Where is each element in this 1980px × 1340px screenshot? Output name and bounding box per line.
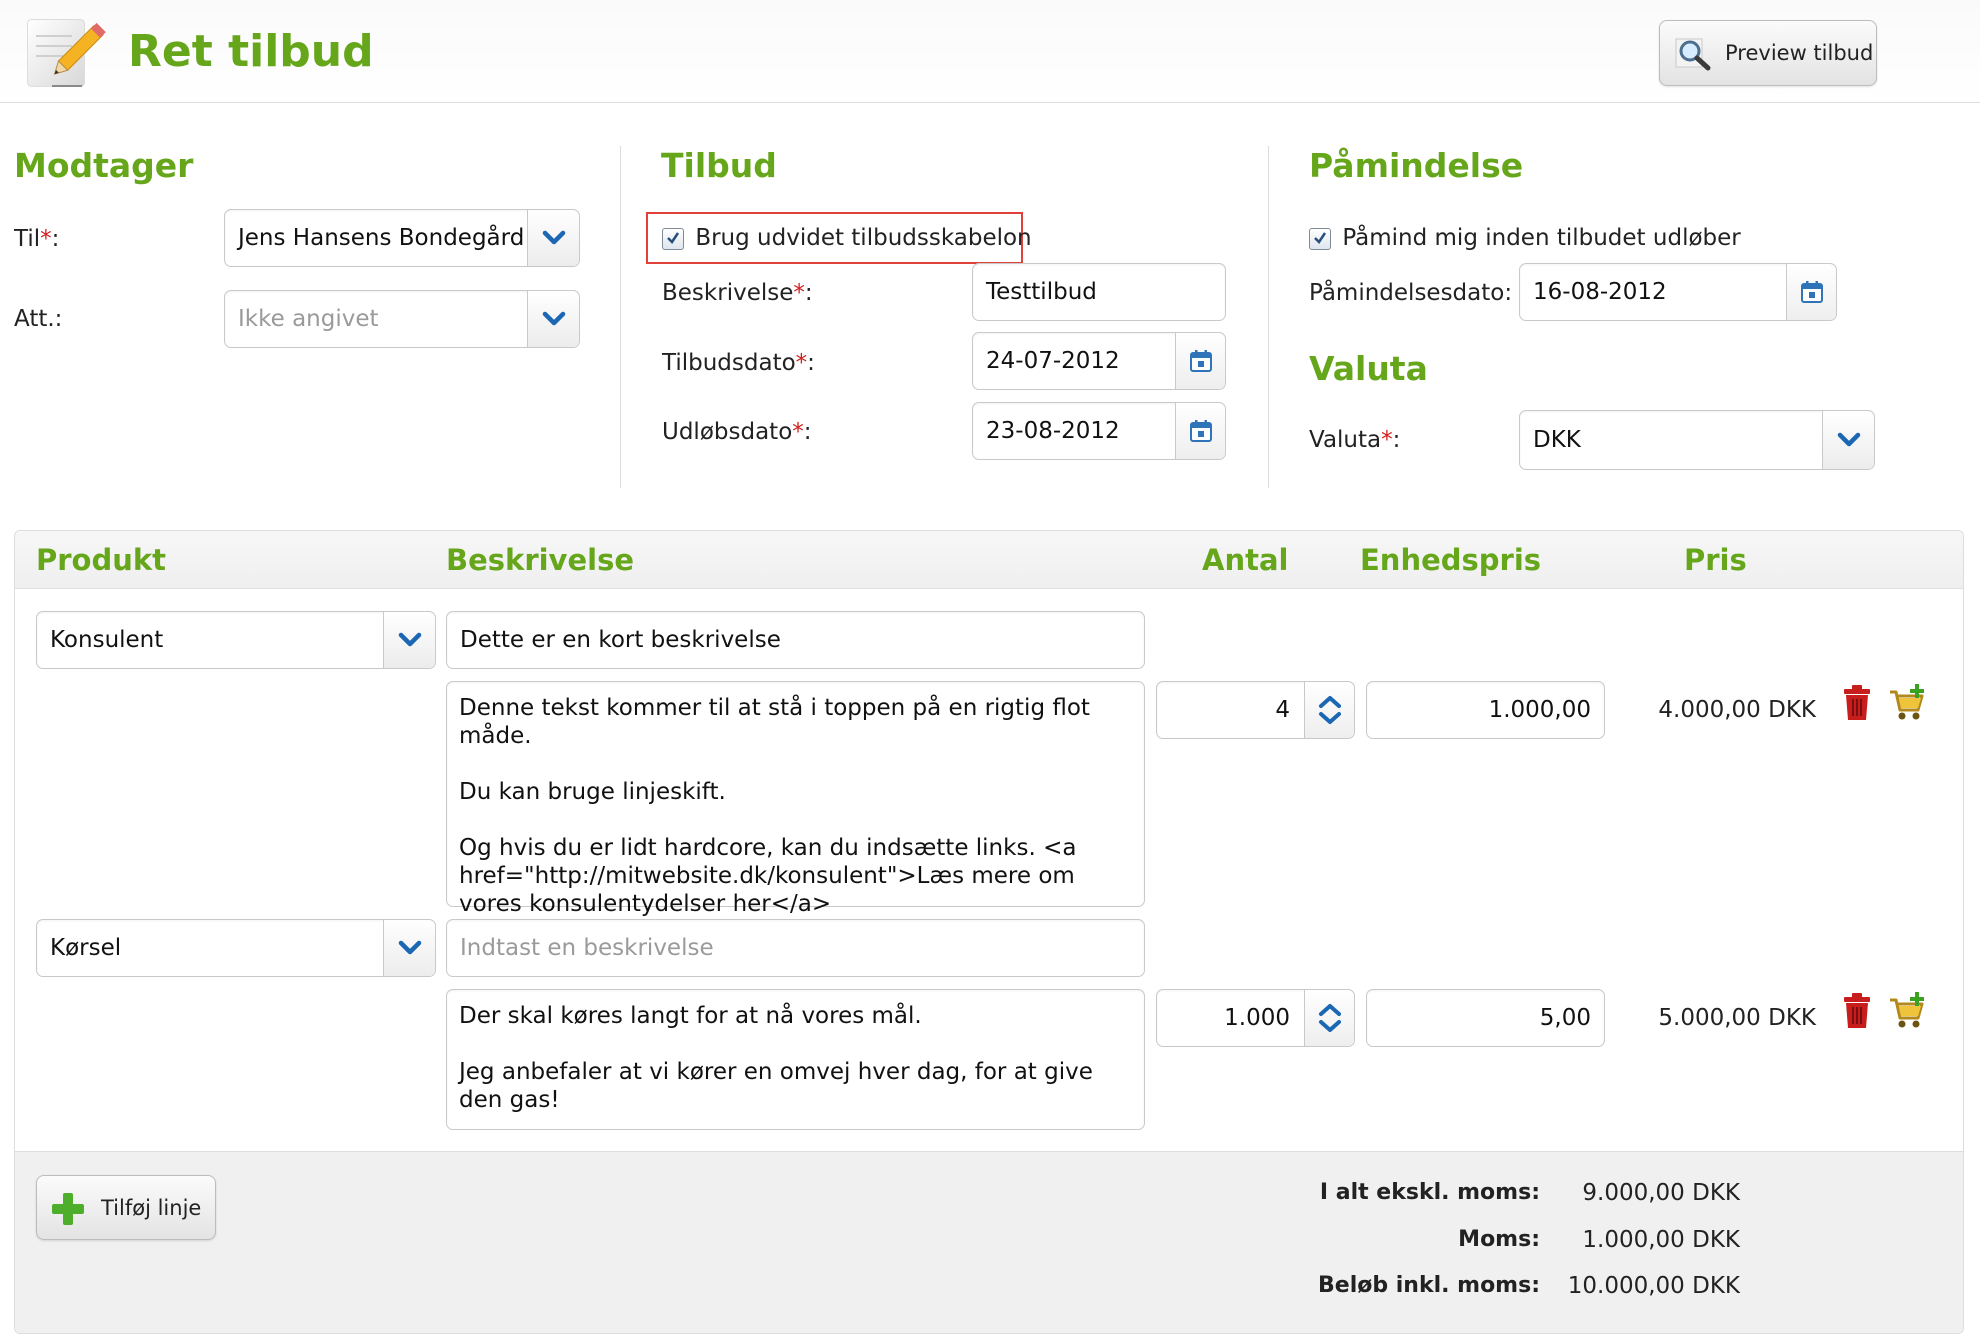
valuta-heading: Valuta	[1309, 349, 1428, 388]
line-pris-value: 5.000,00 DKK	[1658, 1005, 1816, 1031]
beskrivelse-input[interactable]: Testtilbud	[972, 263, 1226, 321]
line-produkt-value: Konsulent	[50, 627, 164, 653]
add-line-button[interactable]: Tilføj linje	[36, 1175, 216, 1240]
section-divider	[620, 146, 621, 488]
til-select-value: Jens Hansens Bondegård	[238, 225, 525, 251]
til-label: Til*:	[14, 226, 60, 252]
chevron-down-icon[interactable]	[383, 920, 435, 976]
template-checkbox-row[interactable]: Brug udvidet tilbudsskabelon	[662, 225, 1032, 251]
chevron-down-icon[interactable]	[527, 210, 579, 266]
line-produkt-select[interactable]: Kørsel	[36, 919, 436, 977]
paamindelsesdato-input[interactable]: 16-08-2012	[1519, 263, 1837, 321]
template-checkbox-label: Brug udvidet tilbudsskabelon	[695, 225, 1032, 251]
preview-tilbud-button[interactable]: Preview tilbud	[1659, 20, 1877, 86]
chevron-down-icon[interactable]	[1822, 411, 1874, 469]
line-pris-value: 4.000,00 DKK	[1658, 697, 1816, 723]
beskrivelse-label: Beskrivelse*:	[662, 280, 813, 306]
paamindelse-heading: Påmindelse	[1309, 146, 1524, 185]
tilbudsdato-input[interactable]: 24-07-2012	[972, 332, 1226, 390]
col-header-pris: Pris	[1684, 543, 1747, 577]
col-header-antal: Antal	[1202, 543, 1289, 577]
att-select[interactable]: Ikke angivet	[224, 290, 580, 348]
total-ex-vat-value: 9.000,00 DKK	[1582, 1180, 1740, 1206]
total-inc-vat-value: 10.000,00 DKK	[1567, 1273, 1740, 1299]
line-enhedspris-value: 1.000,00	[1488, 697, 1591, 723]
add-to-cart-icon[interactable]	[1888, 684, 1928, 726]
tilbud-heading: Tilbud	[661, 146, 777, 185]
line-antal-stepper[interactable]: 4	[1156, 681, 1355, 739]
chevron-up-icon[interactable]	[1318, 695, 1342, 709]
calendar-icon[interactable]	[1175, 403, 1225, 459]
modtager-heading: Modtager	[14, 146, 194, 185]
reminder-checkbox-row[interactable]: Påmind mig inden tilbudet udløber	[1309, 225, 1741, 251]
att-label: Att.:	[14, 306, 63, 332]
chevron-down-icon[interactable]	[1318, 711, 1342, 725]
line-produkt-select[interactable]: Konsulent	[36, 611, 436, 669]
total-inc-vat-label: Beløb inkl. moms:	[1318, 1273, 1540, 1298]
line-antal-value: 1.000	[1224, 1005, 1290, 1031]
add-line-label: Tilføj linje	[101, 1196, 202, 1220]
page-title: Ret tilbud	[128, 26, 374, 77]
line-enhedspris-value: 5,00	[1539, 1005, 1591, 1031]
col-header-produkt: Produkt	[36, 543, 167, 577]
preview-tilbud-label: Preview tilbud	[1725, 41, 1874, 65]
paamindelsesdato-value: 16-08-2012	[1533, 279, 1667, 305]
line-produkt-value: Kørsel	[50, 935, 122, 961]
line-short-description-value: Dette er en kort beskrivelse	[460, 627, 781, 653]
paamindelsesdato-label: Påmindelsesdato:	[1309, 280, 1513, 306]
total-ex-vat-label: I alt ekskl. moms:	[1319, 1180, 1540, 1205]
udlobsdato-label: Udløbsdato*:	[662, 419, 812, 445]
calendar-icon[interactable]	[1175, 333, 1225, 389]
valuta-select-value: DKK	[1533, 427, 1581, 453]
tilbudsdato-label: Tilbudsdato*:	[662, 350, 815, 376]
template-checkbox[interactable]	[662, 227, 684, 250]
tilbudsdato-value: 24-07-2012	[986, 348, 1120, 374]
calendar-icon[interactable]	[1786, 264, 1836, 320]
vat-label: Moms:	[1458, 1227, 1540, 1252]
til-select[interactable]: Jens Hansens Bondegård	[224, 209, 580, 267]
line-short-description-input[interactable]: Indtast en beskrivelse	[446, 919, 1145, 977]
chevron-down-icon[interactable]	[383, 612, 435, 668]
trash-icon[interactable]	[1843, 684, 1871, 726]
reminder-checkbox-label: Påmind mig inden tilbudet udløber	[1342, 225, 1741, 251]
line-long-description-textarea[interactable]: Der skal køres langt for at nå vores mål…	[446, 989, 1145, 1130]
stepper-buttons[interactable]	[1304, 990, 1354, 1046]
line-antal-value: 4	[1275, 697, 1290, 723]
chevron-down-icon[interactable]	[1318, 1019, 1342, 1033]
reminder-checkbox[interactable]	[1309, 227, 1331, 250]
line-long-description-text: Denne tekst kommer til at stå i toppen p…	[459, 695, 1090, 917]
udlobsdato-input[interactable]: 23-08-2012	[972, 402, 1226, 460]
line-enhedspris-input[interactable]: 1.000,00	[1366, 681, 1605, 739]
line-short-description-input[interactable]: Dette er en kort beskrivelse	[446, 611, 1145, 669]
section-divider	[1268, 146, 1269, 488]
line-enhedspris-input[interactable]: 5,00	[1366, 989, 1605, 1047]
lines-header-bar	[15, 531, 1963, 589]
stepper-buttons[interactable]	[1304, 682, 1354, 738]
line-long-description-text: Der skal køres langt for at nå vores mål…	[459, 1003, 1093, 1113]
col-header-beskrivelse: Beskrivelse	[446, 543, 635, 577]
beskrivelse-value: Testtilbud	[986, 279, 1097, 305]
add-to-cart-icon[interactable]	[1888, 992, 1928, 1034]
line-short-description-placeholder: Indtast en beskrivelse	[460, 935, 714, 961]
chevron-down-icon[interactable]	[527, 291, 579, 347]
valuta-select[interactable]: DKK	[1519, 410, 1875, 470]
att-select-placeholder: Ikke angivet	[238, 306, 379, 332]
udlobsdato-value: 23-08-2012	[986, 418, 1120, 444]
magnifier-icon	[1674, 35, 1714, 76]
trash-icon[interactable]	[1843, 992, 1871, 1034]
line-long-description-textarea[interactable]: Denne tekst kommer til at stå i toppen p…	[446, 681, 1145, 917]
valuta-label: Valuta*:	[1309, 427, 1401, 453]
chevron-up-icon[interactable]	[1318, 1003, 1342, 1017]
plus-icon	[50, 1191, 86, 1232]
line-antal-stepper[interactable]: 1.000	[1156, 989, 1355, 1047]
edit-document-icon	[22, 14, 106, 92]
col-header-enhedspris: Enhedspris	[1360, 543, 1542, 577]
vat-value: 1.000,00 DKK	[1582, 1227, 1740, 1253]
